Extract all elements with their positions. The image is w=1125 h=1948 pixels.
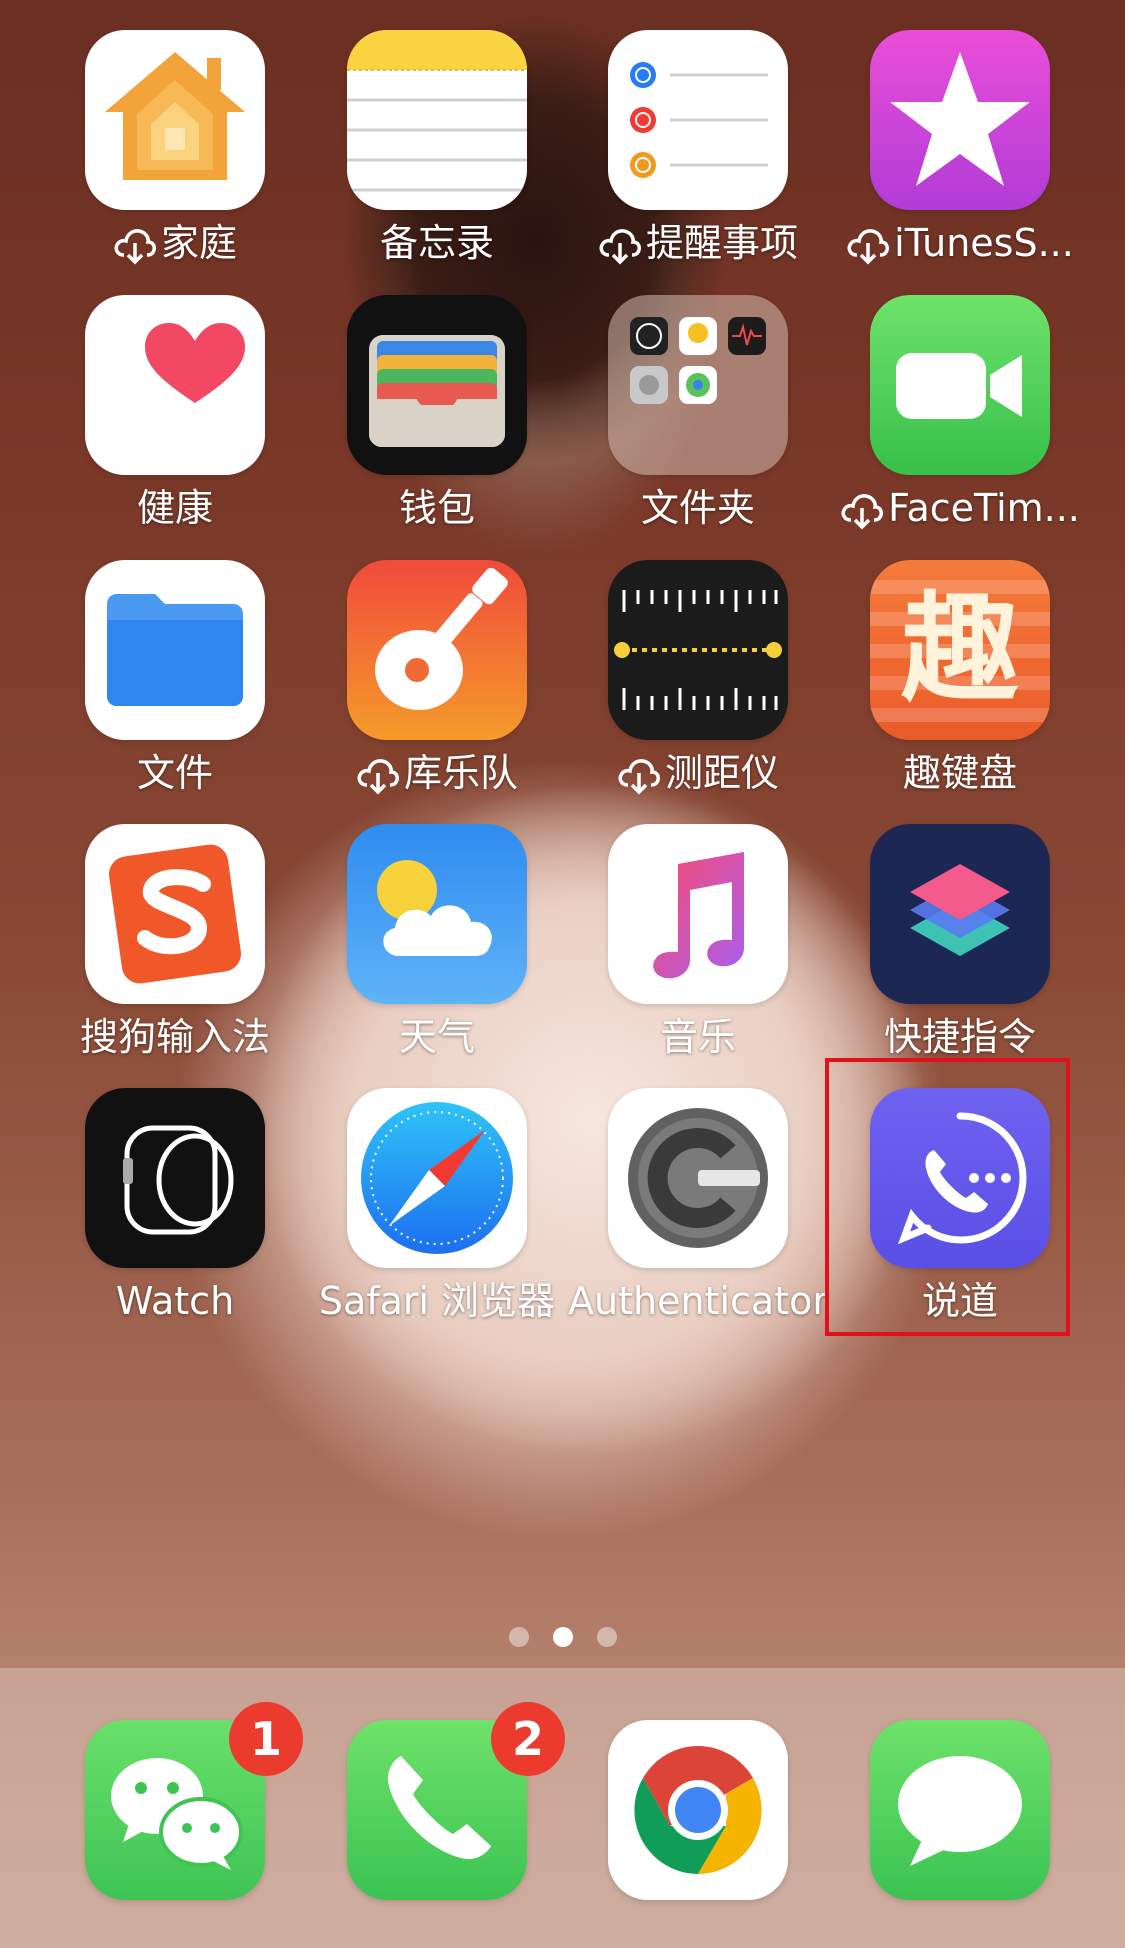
authenticator-icon bbox=[608, 1088, 788, 1268]
weather-icon bbox=[347, 824, 527, 1004]
reminders-icon bbox=[608, 30, 788, 210]
app-label: Safari 浏览器 bbox=[318, 1279, 556, 1323]
app-label: 文件夹 bbox=[640, 486, 755, 530]
app-label: 天气 bbox=[398, 1015, 475, 1059]
cloud-download-icon bbox=[356, 757, 400, 795]
app-label: Authenticator bbox=[568, 1279, 828, 1323]
app-notes[interactable]: 备忘录 bbox=[297, 30, 557, 280]
cloud-download-icon bbox=[113, 227, 157, 265]
dock-app-messages[interactable] bbox=[870, 1720, 1050, 1900]
app-label: 测距仪 bbox=[558, 750, 838, 796]
itunes-store-icon bbox=[870, 30, 1050, 210]
page-dot[interactable] bbox=[508, 1627, 529, 1647]
watch-icon bbox=[85, 1088, 265, 1268]
app-health[interactable]: 健康 bbox=[35, 295, 295, 545]
qu-glyph: 趣 bbox=[900, 580, 1019, 718]
app-sogou[interactable]: 搜狗输入法 bbox=[35, 824, 295, 1074]
app-home[interactable]: 家庭 bbox=[35, 30, 295, 280]
cloud-download-icon bbox=[840, 492, 884, 530]
notification-badge: 2 bbox=[491, 1702, 565, 1776]
chrome-icon bbox=[608, 1720, 788, 1900]
cloud-download-icon bbox=[846, 227, 890, 265]
qu-keyboard-icon: 趣 bbox=[870, 560, 1050, 740]
folder-icon bbox=[608, 295, 788, 475]
app-facetime[interactable]: FaceTim... bbox=[820, 295, 1080, 545]
app-label-text: 提醒事项 bbox=[645, 221, 798, 265]
app-label: 钱包 bbox=[398, 486, 475, 530]
health-icon bbox=[85, 295, 265, 475]
app-label: Watch bbox=[115, 1279, 235, 1323]
cloud-download-icon bbox=[617, 757, 661, 795]
app-authenticator[interactable]: Authenticator bbox=[558, 1088, 828, 1338]
app-folder[interactable]: 文件夹 bbox=[558, 295, 818, 545]
app-wallet[interactable]: 钱包 bbox=[297, 295, 557, 545]
app-qu-keyboard[interactable]: 趣 趣键盘 bbox=[820, 560, 1080, 810]
app-label: 库乐队 bbox=[297, 750, 577, 796]
app-label-text: iTunesS... bbox=[894, 221, 1074, 265]
music-icon bbox=[608, 824, 788, 1004]
messages-icon bbox=[870, 1720, 1050, 1900]
dock-app-phone[interactable]: 2 bbox=[347, 1702, 565, 1900]
app-label: 健康 bbox=[136, 486, 213, 530]
highlight-box bbox=[825, 1058, 1070, 1336]
cloud-download-icon bbox=[598, 227, 642, 265]
page-dot-active[interactable] bbox=[552, 1627, 573, 1647]
facetime-icon bbox=[870, 295, 1050, 475]
app-label: 趣键盘 bbox=[902, 751, 1017, 795]
app-label: 搜狗输入法 bbox=[79, 1015, 270, 1059]
app-shortcuts[interactable]: 快捷指令 bbox=[820, 824, 1080, 1074]
app-label: 快捷指令 bbox=[883, 1015, 1036, 1059]
garageband-icon bbox=[347, 560, 527, 740]
app-garageband[interactable]: 库乐队 bbox=[297, 560, 557, 810]
wallet-icon bbox=[347, 295, 527, 475]
shortcuts-icon bbox=[870, 824, 1050, 1004]
app-label: FaceTim... bbox=[820, 485, 1100, 531]
app-label: iTunesS... bbox=[820, 220, 1100, 266]
app-weather[interactable]: 天气 bbox=[297, 824, 557, 1074]
notification-badge: 1 bbox=[229, 1702, 303, 1776]
app-label-text: 库乐队 bbox=[403, 751, 518, 795]
app-label: 备忘录 bbox=[379, 221, 494, 265]
dock-app-wechat[interactable]: 1 bbox=[85, 1702, 303, 1900]
app-label-text: 测距仪 bbox=[664, 751, 779, 795]
safari-icon bbox=[347, 1088, 527, 1268]
app-files[interactable]: 文件 bbox=[35, 560, 295, 810]
app-reminders[interactable]: 提醒事项 bbox=[558, 30, 818, 280]
app-label: 提醒事项 bbox=[558, 220, 838, 266]
app-label-text: FaceTim... bbox=[888, 486, 1080, 530]
app-label: 文件 bbox=[136, 751, 213, 795]
dock-app-chrome[interactable] bbox=[608, 1720, 788, 1900]
app-watch[interactable]: Watch bbox=[35, 1088, 295, 1338]
page-dot[interactable] bbox=[596, 1627, 617, 1647]
app-music[interactable]: 音乐 bbox=[558, 824, 818, 1074]
app-label: 家庭 bbox=[35, 220, 315, 266]
notes-icon bbox=[347, 30, 527, 210]
app-measure[interactable]: 测距仪 bbox=[558, 560, 818, 810]
sogou-icon bbox=[85, 824, 265, 1004]
measure-icon bbox=[608, 560, 788, 740]
app-label-text: 家庭 bbox=[160, 221, 237, 265]
app-safari[interactable]: Safari 浏览器 bbox=[297, 1088, 557, 1338]
app-itunes-store[interactable]: iTunesS... bbox=[820, 30, 1080, 280]
page-indicator[interactable] bbox=[0, 1627, 1125, 1651]
files-icon bbox=[85, 560, 265, 740]
app-label: 音乐 bbox=[659, 1015, 736, 1059]
home-icon bbox=[85, 30, 265, 210]
